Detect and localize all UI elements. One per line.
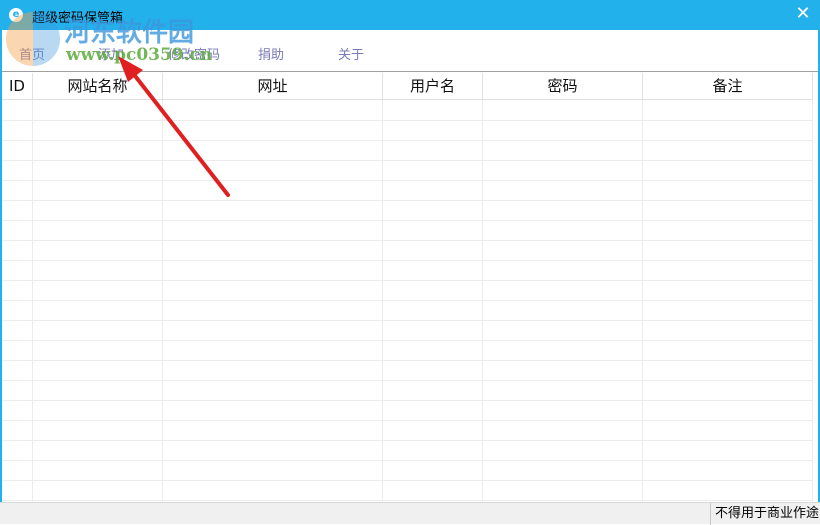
red-arrow-annotation (118, 56, 230, 197)
